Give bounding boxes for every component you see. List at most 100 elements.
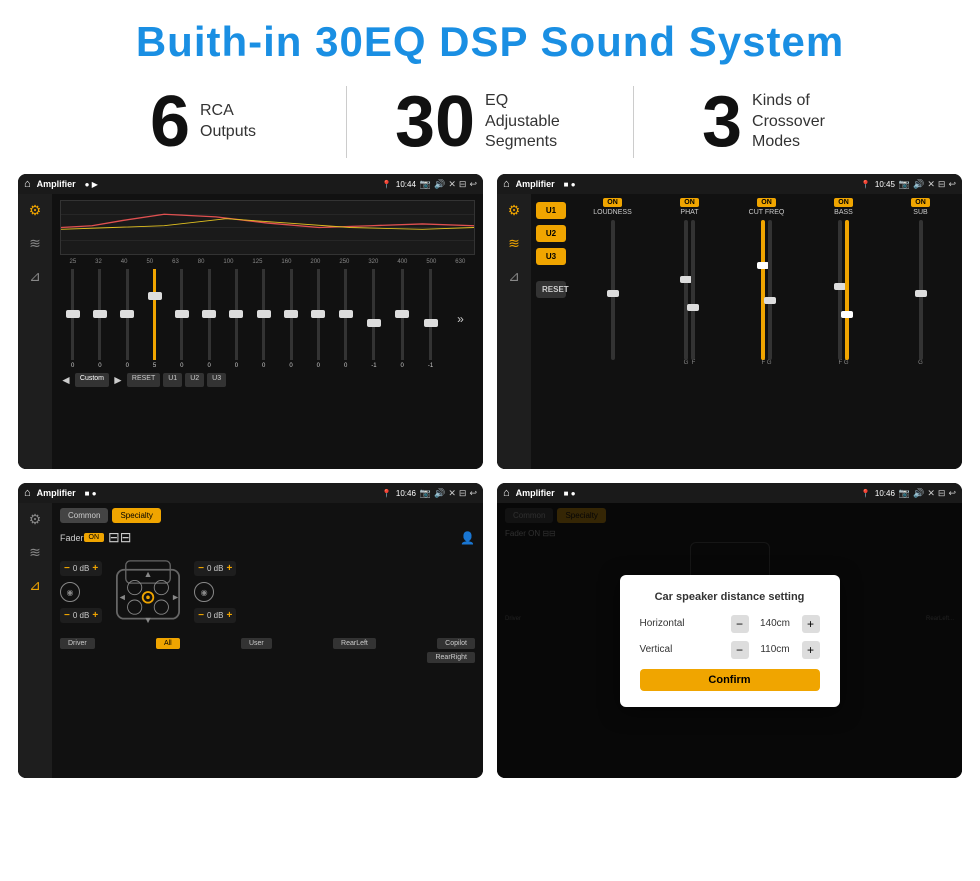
reset-btn[interactable]: RESET [536,281,566,298]
fader-slider-icon[interactable]: ⊟⊟ [108,529,131,546]
eq-main: 253240506380100125160200250320400500630 … [52,194,483,469]
eq-icon-2[interactable]: ⚙ [508,202,521,219]
left-db-controls: − 0 dB + ◉ − 0 dB + [60,561,102,623]
u-btn-2[interactable]: U2 [536,225,566,242]
ch-slider-sub-g[interactable] [919,220,923,360]
btn-rearright[interactable]: RearRight [427,652,475,663]
eq-slider-5[interactable]: 0 [207,269,210,369]
ch-slider-phat-g[interactable] [684,220,688,360]
time-location-2: 📍 10:45 📷🔊✕⊟↩ [861,179,956,190]
screen4-body: Common Specialty Fader ON ⊟⊟ Driver All … [497,503,962,778]
eq-slider-12[interactable]: 0 [401,269,404,369]
eq-btn-reset[interactable]: RESET [127,373,160,387]
dialog-horizontal-plus[interactable]: + [802,615,820,633]
ch-slider-bass-g[interactable] [845,220,849,360]
time-location-3: 📍 10:46 📷🔊✕⊟↩ [382,488,477,499]
db-minus-rl[interactable]: − [64,610,70,621]
wave-icon[interactable]: ≋ [29,235,41,252]
u-btn-3[interactable]: U3 [536,248,566,265]
btn-user[interactable]: User [241,638,272,649]
stat-eq-number: 30 [395,86,475,158]
prev-arrow[interactable]: ◄ [60,373,72,387]
channel-phat: ON PHAT G F [653,198,726,366]
status-icons-4: 📷🔊✕⊟↩ [899,488,956,499]
fader-bottom: Driver All User RearLeft Copilot [60,638,475,649]
time-2: 10:45 [875,180,895,189]
eq-btn-u2[interactable]: U2 [185,373,204,387]
ch-slider-bass-f[interactable] [838,220,842,360]
profile-icon[interactable]: 👤 [460,531,475,545]
eq-icon-3[interactable]: ⚙ [29,511,42,528]
eq-slider-8[interactable]: 0 [289,269,292,369]
eq-slider-3[interactable]: 5 [153,269,156,369]
confirm-button[interactable]: Confirm [640,669,820,691]
ch-on-cutfreq[interactable]: ON [757,198,776,207]
wave-icon-3[interactable]: ≋ [29,544,41,561]
dialog-vertical-minus[interactable]: − [731,641,749,659]
eq-slider-7[interactable]: 0 [262,269,265,369]
u-btn-1[interactable]: U1 [536,202,566,219]
ch-on-sub[interactable]: ON [911,198,930,207]
eq-slider-6[interactable]: 0 [235,269,238,369]
status-dots-4: ■ ● [564,489,576,498]
eq-btn-custom[interactable]: Custom [75,373,109,387]
db-minus-fr[interactable]: − [198,563,204,574]
tab-common[interactable]: Common [60,508,108,523]
eq-slider-1[interactable]: 0 [98,269,101,369]
location-icon-2: 📍 [861,180,871,189]
speaker-fr-icon: ◉ [194,582,214,602]
db-value-fr: 0 dB [207,564,223,573]
dialog-vertical-label: Vertical [640,644,700,655]
location-icon-4: 📍 [861,489,871,498]
dialog-vertical-plus[interactable]: + [802,641,820,659]
wave-icon-2[interactable]: ≋ [508,235,520,252]
db-plus-rl[interactable]: + [92,610,98,621]
screen1-body: ⚙ ≋ ⊿ 2532405063801001251602002503204005… [18,194,483,469]
db-plus-fr[interactable]: + [226,563,232,574]
home-icon-1[interactable]: ⌂ [24,178,31,190]
btn-all[interactable]: All [156,638,180,649]
home-icon-4[interactable]: ⌂ [503,487,510,499]
db-minus-fl[interactable]: − [64,563,70,574]
ch-slider-loudness-1[interactable] [611,220,615,360]
eq-btn-u1[interactable]: U1 [163,373,182,387]
eq-slider-2[interactable]: 0 [126,269,129,369]
fader-on-badge[interactable]: ON [84,533,105,542]
btn-rearleft[interactable]: RearLeft [333,638,376,649]
ch-slider-cutfreq-f[interactable] [761,220,765,360]
car-diagram: ▲ ▼ ◄ ► [108,552,188,632]
speaker-icon-3[interactable]: ⊿ [29,577,41,594]
expand-icon[interactable]: » [457,312,464,326]
next-arrow[interactable]: ► [112,373,124,387]
eq-bottom-bar: ◄ Custom ► RESET U1 U2 U3 [60,373,475,387]
ch-on-loudness[interactable]: ON [603,198,622,207]
ch-sliders-cutfreq [761,220,772,360]
speaker-icon[interactable]: ⊿ [29,268,41,285]
ch-on-bass[interactable]: ON [834,198,853,207]
eq-slider-11[interactable]: -1 [371,269,376,369]
screen-distance: ⌂ Amplifier ■ ● 📍 10:46 📷🔊✕⊟↩ Common Spe… [497,483,962,778]
btn-driver[interactable]: Driver [60,638,95,649]
stat-crossover: 3 Kinds ofCrossover Modes [634,86,920,158]
ch-slider-phat-f[interactable] [691,220,695,360]
ch-slider-cutfreq-g[interactable] [768,220,772,360]
time-location-4: 📍 10:46 📷🔊✕⊟↩ [861,488,956,499]
eq-slider-10[interactable]: 0 [344,269,347,369]
tab-specialty[interactable]: Specialty [112,508,160,523]
channel-loudness: ON LOUDNESS [576,198,649,366]
eq-slider-0[interactable]: 0 [71,269,74,369]
db-minus-rr[interactable]: − [198,610,204,621]
home-icon-3[interactable]: ⌂ [24,487,31,499]
speaker-icon-2[interactable]: ⊿ [508,268,520,285]
db-plus-rr[interactable]: + [226,610,232,621]
dialog-horizontal-minus[interactable]: − [731,615,749,633]
eq-slider-13[interactable]: -1 [428,269,433,369]
eq-icon[interactable]: ⚙ [29,202,42,219]
eq-slider-4[interactable]: 0 [180,269,183,369]
db-plus-fl[interactable]: + [92,563,98,574]
home-icon-2[interactable]: ⌂ [503,178,510,190]
btn-copilot[interactable]: Copilot [437,638,475,649]
eq-slider-9[interactable]: 0 [317,269,320,369]
eq-btn-u3[interactable]: U3 [207,373,226,387]
ch-on-phat[interactable]: ON [680,198,699,207]
